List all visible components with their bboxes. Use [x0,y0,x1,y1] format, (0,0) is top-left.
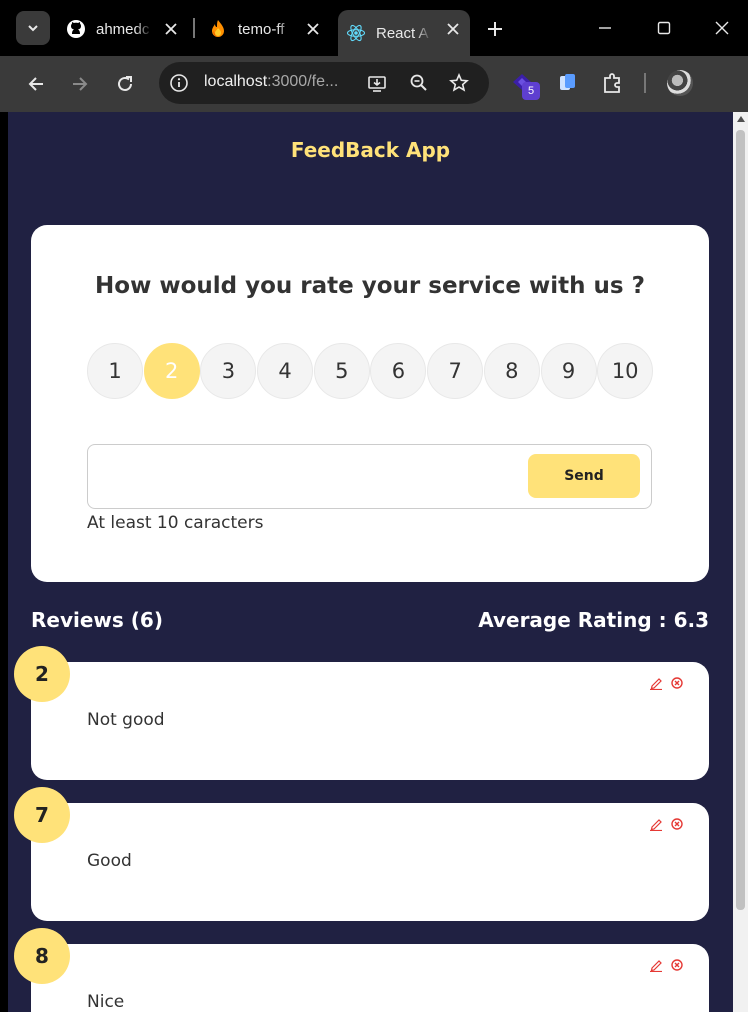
app-title: FeedBack App [290,138,451,162]
review-text: Nice [87,992,125,1012]
review-card: 8 Nice [14,928,709,1012]
rating-option[interactable]: 4 [257,343,314,399]
plus-icon [488,22,502,36]
average-rating: Average Rating : 6.3 [478,608,709,632]
zoom-icon[interactable] [409,73,429,93]
review-text: Not good [87,710,165,730]
rating-question: How would you rate your service with us … [95,273,645,299]
extension-badge: 5 [522,82,540,100]
rating-option[interactable]: 10 [597,343,654,399]
rating-option[interactable]: 7 [427,343,484,399]
page-viewport: FeedBack App How would you rate your ser… [8,112,733,1012]
url-text[interactable]: localhost:3000/fe... [204,73,338,91]
url-path: :3000/fe... [267,73,339,90]
delete-icon[interactable] [671,677,683,689]
back-button[interactable] [20,68,52,100]
info-icon[interactable] [169,73,189,93]
maximize-button[interactable] [644,12,684,44]
close-icon [715,21,729,35]
tab-title: temo-ff [238,20,285,38]
tab-search-button[interactable] [16,11,50,45]
close-window-button[interactable] [702,12,742,44]
profile-avatar[interactable] [667,70,693,96]
new-tab-button[interactable] [482,16,508,42]
rating-option[interactable]: 8 [483,343,540,399]
edit-icon[interactable] [649,958,663,972]
rating-options: 1 2 3 4 5 6 7 8 9 10 [87,343,654,399]
toolbar-separator [644,73,646,93]
review-rating-badge: 8 [14,928,70,984]
address-bar[interactable]: localhost:3000/fe... [159,62,489,104]
tab-firebase[interactable]: temo-ff [200,10,330,48]
feedback-form-card: How would you rate your service with us … [31,225,709,582]
review-stats: Reviews (6) Average Rating : 6.3 [31,608,709,638]
review-input-container: Send [87,444,652,509]
rating-option-selected[interactable]: 2 [143,343,200,399]
delete-icon[interactable] [671,818,683,830]
firebase-icon [208,19,228,39]
reload-button[interactable] [109,68,141,100]
github-icon [66,19,86,39]
tab-separator [193,18,195,38]
rating-option[interactable]: 9 [540,343,597,399]
copy-extension-icon[interactable] [556,70,580,96]
maximize-icon [657,21,671,35]
minimize-button[interactable] [585,12,625,44]
forward-button[interactable] [64,68,96,100]
chevron-down-icon [28,25,38,32]
extensions-puzzle-icon[interactable] [601,70,625,96]
close-icon[interactable] [162,20,180,38]
rating-option[interactable]: 1 [87,343,143,399]
url-host: localhost [204,73,268,90]
page-scrollbar[interactable] [733,112,748,1012]
edit-icon[interactable] [649,817,663,831]
reload-icon [118,76,132,91]
rating-option[interactable]: 3 [200,343,257,399]
scrollbar-thumb[interactable] [736,130,745,910]
rating-option[interactable]: 6 [370,343,427,399]
close-icon[interactable] [444,20,462,38]
tab-title: React A [376,24,429,42]
arrow-left-icon [28,77,43,91]
delete-icon[interactable] [671,959,683,971]
review-text: Good [87,851,132,871]
install-app-icon[interactable] [367,73,387,93]
review-rating-badge: 7 [14,787,70,843]
tab-bar: ahmedc temo-ff React A [0,0,748,56]
scroll-up-arrow-icon[interactable] [737,116,745,122]
edit-icon[interactable] [649,676,663,690]
review-input[interactable] [100,459,520,495]
bookmark-star-icon[interactable] [449,73,469,93]
reviews-count: Reviews (6) [31,608,163,632]
tab-title: ahmedc [96,20,150,38]
close-icon[interactable] [304,20,322,38]
input-hint: At least 10 caracters [87,513,264,533]
minimize-icon [599,27,611,29]
review-card: 2 Not good [14,646,709,780]
tab-github[interactable]: ahmedc [58,10,188,48]
arrow-right-icon [73,77,88,91]
rating-option[interactable]: 5 [313,343,370,399]
react-icon [346,23,366,43]
review-card: 7 Good [14,787,709,921]
tab-react-app[interactable]: React A [338,10,470,56]
send-button[interactable]: Send [528,454,640,498]
review-rating-badge: 2 [14,646,70,702]
browser-toolbar: localhost:3000/fe... [0,56,748,148]
